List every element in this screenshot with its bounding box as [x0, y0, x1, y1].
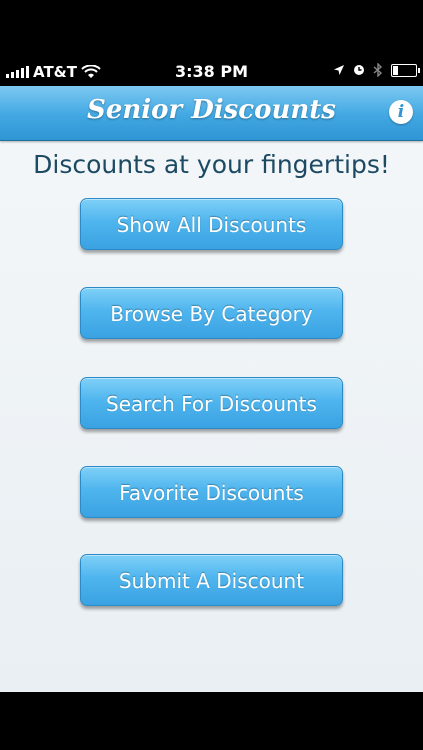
- app-screen: Senior Discounts i Discounts at your fin…: [0, 86, 423, 692]
- status-bar: AT&T 3:38 PM: [0, 58, 423, 86]
- tagline: Discounts at your fingertips!: [33, 150, 390, 179]
- bluetooth-icon: [373, 63, 383, 77]
- battery-icon: [391, 63, 420, 77]
- search-for-discounts-button[interactable]: Search For Discounts: [80, 377, 343, 429]
- location-icon: [334, 65, 344, 75]
- favorite-discounts-button[interactable]: Favorite Discounts: [80, 466, 343, 518]
- app-title: Senior Discounts: [87, 95, 336, 125]
- browse-by-category-button[interactable]: Browse By Category: [80, 287, 343, 339]
- phone-frame: AT&T 3:38 PM Senior Discounts i Discount…: [0, 0, 423, 750]
- alarm-icon: [354, 65, 364, 75]
- status-right: [333, 63, 420, 77]
- submit-a-discount-button[interactable]: Submit A Discount: [80, 554, 343, 606]
- navigation-bar: Senior Discounts i: [0, 86, 423, 141]
- info-icon[interactable]: i: [389, 100, 413, 124]
- show-all-discounts-button[interactable]: Show All Discounts: [80, 198, 343, 250]
